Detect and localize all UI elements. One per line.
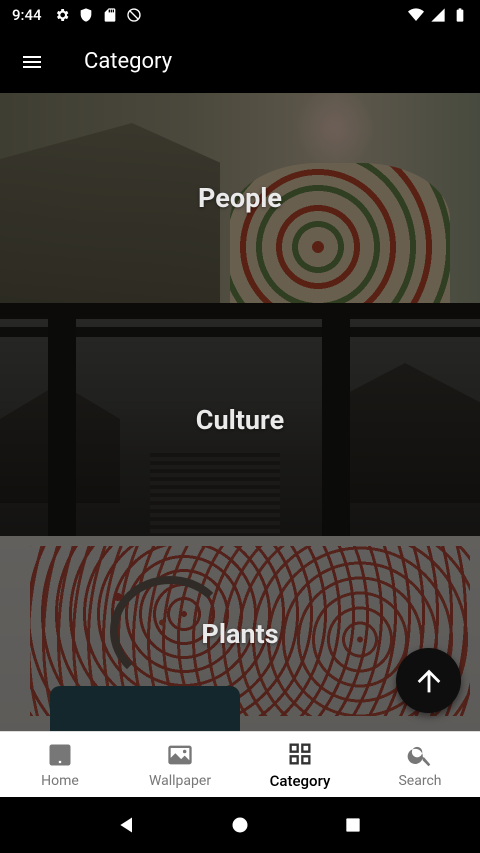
- grid-icon: [289, 743, 311, 764]
- nav-label: Home: [41, 772, 79, 789]
- status-right: [408, 7, 468, 23]
- nav-item-category[interactable]: Category: [240, 732, 360, 797]
- page-title: Category: [84, 49, 173, 74]
- hamburger-menu-icon: [23, 55, 41, 68]
- no-disturb-icon: [126, 7, 142, 23]
- home-icon: [49, 744, 71, 765]
- search-icon: [407, 746, 431, 766]
- nav-item-wallpaper[interactable]: Wallpaper: [120, 732, 240, 797]
- scroll-to-top-button[interactable]: [396, 648, 461, 713]
- category-list: People Culture Plants: [0, 93, 480, 731]
- settings-icon: [54, 7, 70, 23]
- nav-label: Wallpaper: [148, 772, 212, 789]
- battery-icon: [452, 7, 468, 23]
- status-left: 9:44: [12, 6, 142, 24]
- status-bar: 9:44: [0, 0, 480, 30]
- status-time: 9:44: [12, 6, 42, 24]
- nav-label: Category: [269, 771, 331, 790]
- back-icon: [119, 817, 132, 833]
- recents-icon: [346, 818, 360, 832]
- menu-button[interactable]: [0, 30, 64, 93]
- category-label: People: [198, 182, 282, 214]
- wifi-icon: [408, 7, 424, 23]
- category-card-people[interactable]: People: [0, 93, 480, 303]
- app-bar: Category: [0, 30, 480, 93]
- system-recents-button[interactable]: [333, 805, 373, 845]
- arrow-up-icon: [417, 669, 440, 692]
- bottom-navigation: Home Wallpaper Category Search: [0, 731, 480, 797]
- category-card-culture[interactable]: Culture: [0, 303, 480, 536]
- shield-icon: [78, 7, 94, 23]
- signal-icon: [430, 7, 446, 23]
- system-back-button[interactable]: [107, 805, 147, 845]
- nav-item-home[interactable]: Home: [0, 732, 120, 797]
- nav-label: Search: [398, 772, 442, 789]
- category-label: Plants: [201, 617, 279, 650]
- wallpaper-icon: [168, 745, 192, 764]
- system-home-button[interactable]: [220, 805, 260, 845]
- nav-item-search[interactable]: Search: [360, 732, 480, 797]
- sdcard-icon: [102, 7, 118, 23]
- system-navigation-bar: [0, 797, 480, 853]
- category-label: Culture: [195, 403, 285, 436]
- home-circle-icon: [232, 817, 248, 833]
